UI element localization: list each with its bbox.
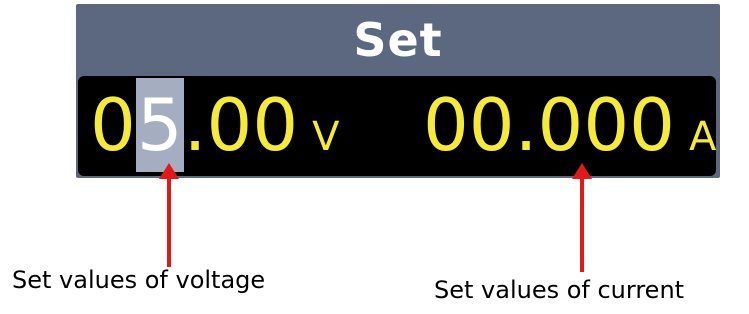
voltage-readout[interactable]: 0 5.00 V: [90, 78, 340, 172]
current-caption: Set values of current: [434, 276, 685, 304]
panel-header: Set: [76, 4, 720, 76]
voltage-suffix-digits: .00: [183, 83, 299, 167]
value-display: 0 5.00 V 00.000 A: [78, 76, 716, 176]
voltage-prefix-digit: 0: [90, 83, 136, 167]
current-value: 00.000: [423, 83, 675, 167]
panel-title: Set: [353, 13, 443, 67]
current-readout[interactable]: 00.000 A: [423, 78, 716, 172]
voltage-cursor-digit[interactable]: 5: [135, 78, 184, 172]
current-arrow-icon: [572, 163, 592, 272]
current-unit: A: [688, 114, 717, 160]
voltage-arrow-icon: [159, 163, 179, 267]
set-panel: Set 0 5.00 V 00.000 A: [76, 4, 720, 178]
voltage-unit: V: [312, 114, 340, 160]
voltage-caption: Set values of voltage: [12, 266, 266, 294]
